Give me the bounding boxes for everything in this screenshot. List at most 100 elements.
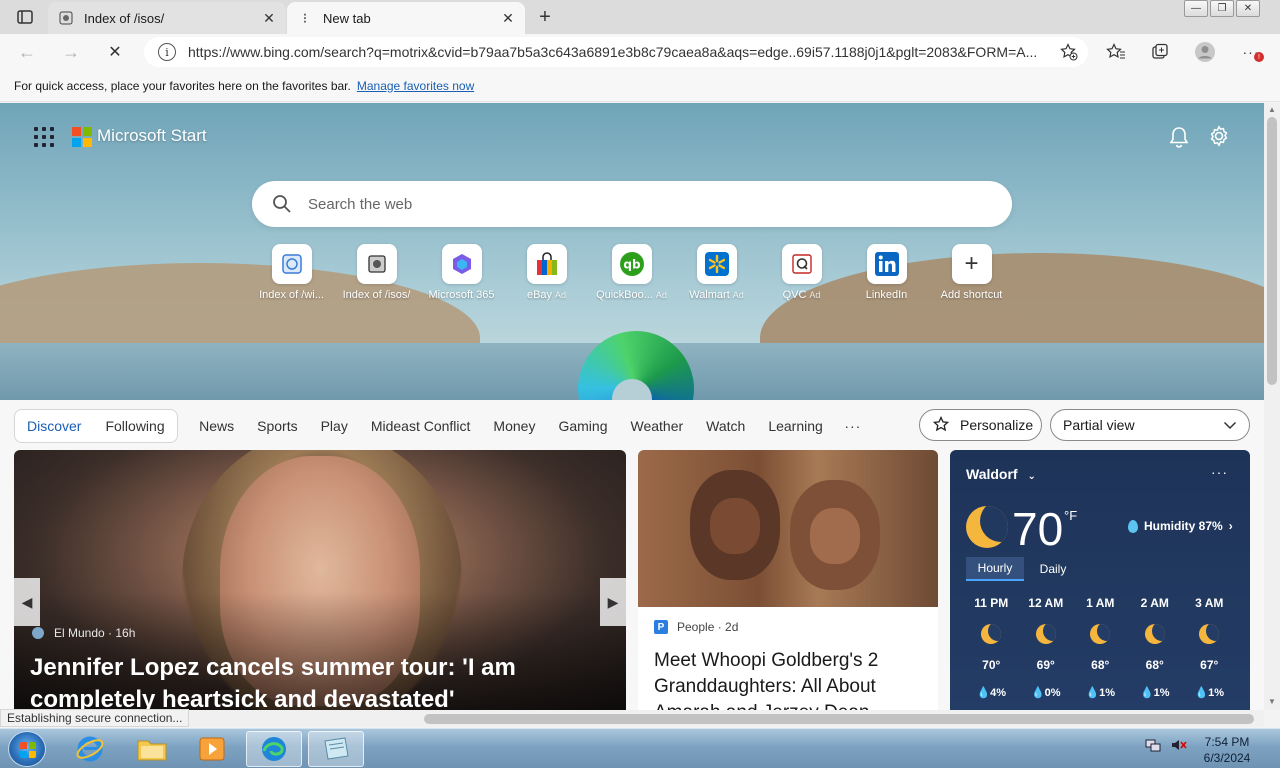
droplet-icon <box>1128 519 1138 533</box>
scroll-down-icon[interactable]: ▼ <box>1267 697 1277 707</box>
nav-news[interactable]: News <box>188 418 246 434</box>
hour-temp: 68° <box>1091 658 1110 672</box>
volume-muted-icon[interactable] <box>1170 737 1188 753</box>
new-tab-button[interactable]: + <box>533 5 557 29</box>
shortcut-quickbooks[interactable]: qb QuickBoo... Ad <box>589 244 674 301</box>
network-icon[interactable] <box>1144 737 1162 753</box>
page-settings-gear-icon[interactable] <box>1208 125 1230 149</box>
shortcut-index-wi[interactable]: Index of /wi... <box>249 244 334 301</box>
horizontal-scrollbar[interactable] <box>0 710 1264 727</box>
carousel-next-button[interactable]: ▶ <box>600 578 626 626</box>
nav-mideast-conflict[interactable]: Mideast Conflict <box>359 418 482 434</box>
tab-following[interactable]: Following <box>93 418 176 434</box>
tab-index-isos[interactable]: Index of /isos/ ✕ <box>48 2 286 34</box>
edge-icon <box>262 737 286 761</box>
tab-daily[interactable]: Daily <box>1024 557 1082 581</box>
shortcut-linkedin[interactable]: LinkedIn <box>844 244 929 301</box>
shortcut-qvc[interactable]: QVC Ad <box>759 244 844 301</box>
horizontal-scroll-thumb[interactable] <box>424 714 1254 724</box>
start-button[interactable] <box>8 731 46 767</box>
moon-icon <box>1199 624 1220 644</box>
hero-story-card[interactable]: ◀ ▶ El Mundo · 16h Jennifer Lopez cancel… <box>14 450 626 710</box>
moon-icon <box>966 506 1008 548</box>
ad-badge: Ad <box>809 290 821 300</box>
more-categories-button[interactable]: ··· <box>844 418 861 434</box>
hero-headline[interactable]: Jennifer Lopez cancels summer tour: 'I a… <box>30 652 590 710</box>
address-url[interactable]: https://www.bing.com/search?q=motrix&cvi… <box>188 44 1058 60</box>
nav-play[interactable]: Play <box>309 418 359 434</box>
app-launcher-icon[interactable] <box>34 127 54 147</box>
shortcut-microsoft-365[interactable]: Microsoft 365 <box>419 244 504 301</box>
hour-precip-value: 0% <box>1044 687 1061 699</box>
hour-precip-value: 1% <box>1208 687 1225 699</box>
edge-taskbar-button[interactable] <box>246 731 302 767</box>
hero-source: El Mundo · 16h <box>32 626 135 640</box>
clock[interactable]: 7:54 PM 6/3/2024 <box>1196 734 1258 766</box>
view-mode-dropdown[interactable]: Partial view <box>1050 409 1250 441</box>
window-controls: — ❐ ✕ <box>1182 0 1260 18</box>
close-tab-icon[interactable]: ✕ <box>258 7 280 29</box>
nav-sports[interactable]: Sports <box>246 418 309 434</box>
tab-actions-menu-button[interactable] <box>8 6 42 28</box>
moon-icon <box>981 624 1002 644</box>
weather-more-icon[interactable]: ··· <box>1211 464 1228 480</box>
carousel-prev-button[interactable]: ◀ <box>14 578 40 626</box>
nav-gaming[interactable]: Gaming <box>547 418 619 434</box>
profile-avatar[interactable] <box>1194 42 1216 62</box>
media-player-taskbar-button[interactable] <box>184 731 240 767</box>
nav-learning[interactable]: Learning <box>757 418 835 434</box>
address-bar[interactable]: i https://www.bing.com/search?q=motrix&c… <box>144 37 1088 67</box>
notepad-taskbar-button[interactable] <box>308 731 364 767</box>
nav-money[interactable]: Money <box>482 418 547 434</box>
back-button[interactable]: ← <box>14 40 40 64</box>
file-explorer-taskbar-button[interactable] <box>124 731 180 767</box>
tab-discover[interactable]: Discover <box>15 418 93 434</box>
story-image <box>638 450 938 607</box>
notifications-bell-icon[interactable] <box>1168 125 1190 149</box>
tab-hourly[interactable]: Hourly <box>966 557 1024 581</box>
collections-icon[interactable] <box>1149 42 1171 62</box>
nav-watch[interactable]: Watch <box>695 418 757 434</box>
tab-title: Index of /isos/ <box>84 10 165 26</box>
vertical-scroll-thumb[interactable] <box>1267 117 1277 385</box>
forward-button[interactable]: → <box>58 40 84 64</box>
shortcut-walmart[interactable]: Walmart Ad <box>674 244 759 301</box>
tab-new-tab[interactable]: ⁝ New tab ✕ <box>287 2 525 34</box>
internet-explorer-taskbar-button[interactable] <box>62 731 118 767</box>
hour-time: 11 PM <box>974 596 1009 610</box>
add-shortcut-button[interactable]: + Add shortcut <box>929 244 1014 301</box>
story-card[interactable]: P People · 2d Meet Whoopi Goldberg's 2 G… <box>638 450 938 710</box>
humidity-link[interactable]: Humidity 87% › <box>1128 519 1233 533</box>
quickbooks-icon: qb <box>619 252 644 276</box>
manage-favorites-link[interactable]: Manage favorites now <box>357 79 474 93</box>
hour-temp: 68° <box>1145 658 1164 672</box>
shortcut-ebay[interactable]: eBay Ad <box>504 244 589 301</box>
favorites-icon[interactable] <box>1105 42 1127 62</box>
site-info-icon[interactable]: i <box>158 43 176 61</box>
restore-button[interactable]: ❐ <box>1210 0 1234 17</box>
chevron-down-icon <box>1223 421 1237 430</box>
feed-mode-switch: Discover Following <box>14 409 178 443</box>
close-window-button[interactable]: ✕ <box>1236 0 1260 17</box>
weather-location[interactable]: Waldorf ⌄ <box>966 466 1036 482</box>
close-tab-icon[interactable]: ✕ <box>497 7 519 29</box>
story-headline[interactable]: Meet Whoopi Goldberg's 2 Granddaughters:… <box>654 648 924 710</box>
personalize-button[interactable]: Personalize <box>919 409 1042 441</box>
scroll-up-icon[interactable]: ▲ <box>1267 105 1277 115</box>
shortcut-label: Index of /wi... <box>259 289 324 301</box>
nav-weather[interactable]: Weather <box>619 418 695 434</box>
stop-loading-button[interactable]: ✕ <box>102 40 128 64</box>
web-search-box[interactable]: Search the web <box>252 181 1012 227</box>
settings-more-button[interactable]: ··· ! <box>1240 42 1264 62</box>
minimize-button[interactable]: — <box>1184 0 1208 17</box>
vertical-scrollbar[interactable]: ▲ ▼ <box>1264 103 1280 710</box>
weather-card[interactable]: Waldorf ⌄ ··· 70 °F Humidity 87% › Hourl… <box>950 450 1250 710</box>
hour-precip-value: 1% <box>1153 687 1170 699</box>
weather-temperature: 70 <box>1012 503 1064 555</box>
brand-title[interactable]: Microsoft Start <box>97 126 207 146</box>
folder-icon <box>137 740 167 761</box>
walmart-icon <box>704 252 729 276</box>
shortcut-index-isos[interactable]: Index of /isos/ <box>334 244 419 301</box>
add-favorite-icon[interactable] <box>1058 43 1080 61</box>
hour-precip-value: 1% <box>1099 687 1116 699</box>
